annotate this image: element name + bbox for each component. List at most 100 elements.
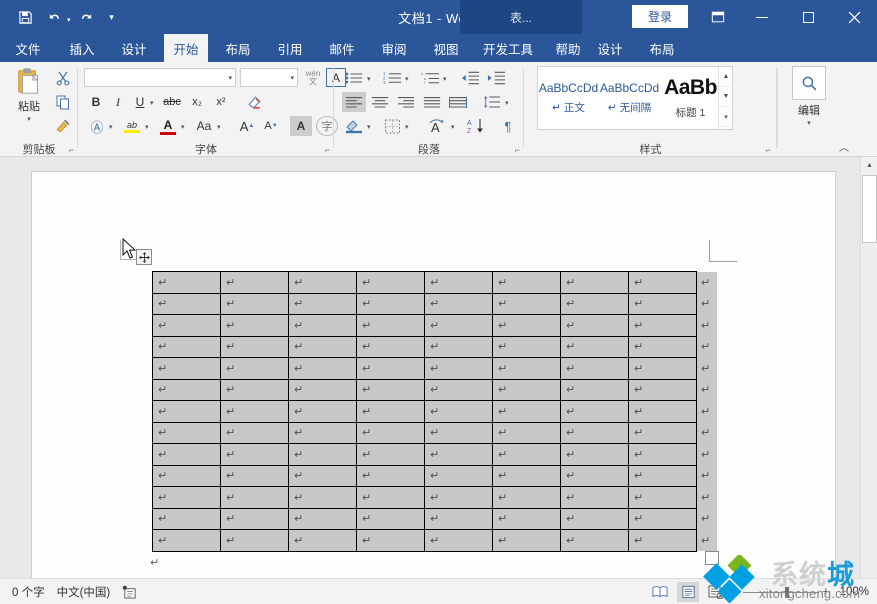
table-cell[interactable]: ↵: [628, 486, 697, 509]
table-row[interactable]: ↵ ↵ ↵ ↵ ↵ ↵ ↵ ↵ ↵: [152, 529, 717, 552]
table-row[interactable]: ↵ ↵ ↵ ↵ ↵ ↵ ↵ ↵ ↵: [152, 400, 717, 423]
paste-button[interactable]: 粘贴 ▾: [8, 66, 50, 136]
table-cell[interactable]: ↵: [628, 335, 697, 358]
customize-qat-icon[interactable]: ▾: [103, 4, 121, 30]
table-cell[interactable]: ↵: [356, 292, 425, 315]
table-cell[interactable]: ↵: [560, 292, 629, 315]
align-center-button[interactable]: [368, 92, 392, 112]
zoom-level[interactable]: 100%: [835, 586, 869, 598]
table-cell[interactable]: ↵: [492, 378, 561, 401]
decrease-indent-button[interactable]: [458, 68, 482, 88]
subscript-button[interactable]: x₂: [186, 92, 208, 112]
table-cell[interactable]: ↵: [628, 507, 697, 530]
table-cell[interactable]: ↵: [152, 292, 221, 315]
table-cell[interactable]: ↵: [560, 421, 629, 444]
character-shading-button[interactable]: A: [290, 116, 312, 136]
zoom-track[interactable]: [743, 591, 819, 593]
table-cell[interactable]: ↵: [492, 507, 561, 530]
table-cell[interactable]: ↵: [424, 378, 493, 401]
table-row[interactable]: ↵ ↵ ↵ ↵ ↵ ↵ ↵ ↵ ↵: [152, 464, 717, 487]
asian-layout-button[interactable]: A: [424, 116, 450, 136]
tab-file[interactable]: 文件: [8, 34, 48, 62]
table-cell[interactable]: ↵: [492, 314, 561, 337]
tab-table-design[interactable]: 设计: [588, 34, 632, 62]
table-row[interactable]: ↵ ↵ ↵ ↵ ↵ ↵ ↵ ↵ ↵: [152, 271, 717, 294]
scrollbar-thumb[interactable]: [862, 175, 877, 243]
align-right-button[interactable]: [394, 92, 418, 112]
table-cell[interactable]: ↵: [288, 529, 357, 552]
change-case-button[interactable]: Aa: [192, 116, 216, 136]
table-cell[interactable]: ↵: [152, 529, 221, 552]
paragraph-dialog-launcher[interactable]: ⌐: [515, 145, 520, 155]
table-cell[interactable]: ↵: [492, 486, 561, 509]
cut-button[interactable]: [52, 68, 74, 88]
table-cell[interactable]: ↵: [220, 464, 289, 487]
table-cell[interactable]: ↵: [424, 443, 493, 466]
table-cell[interactable]: ↵: [288, 357, 357, 380]
text-effects-dropdown-icon[interactable]: ▾: [109, 123, 113, 131]
table-cell[interactable]: ↵: [356, 421, 425, 444]
table-cell[interactable]: ↵: [560, 335, 629, 358]
table-cell[interactable]: ↵: [424, 507, 493, 530]
multilevel-list-button[interactable]: 1ai: [418, 68, 442, 88]
table-cell[interactable]: ↵: [356, 529, 425, 552]
table-cell[interactable]: ↵: [152, 357, 221, 380]
minimize-button[interactable]: [739, 0, 785, 34]
table-cell[interactable]: ↵: [152, 443, 221, 466]
editing-dropdown-icon[interactable]: ▾: [807, 119, 811, 127]
signin-button[interactable]: 登录: [632, 5, 688, 28]
font-dialog-launcher[interactable]: ⌐: [325, 145, 330, 155]
grow-font-button[interactable]: A ▲: [236, 116, 258, 136]
table-row[interactable]: ↵ ↵ ↵ ↵ ↵ ↵ ↵ ↵ ↵: [152, 292, 717, 315]
table-cell[interactable]: ↵: [356, 443, 425, 466]
table-cell[interactable]: ↵: [628, 464, 697, 487]
tab-view[interactable]: 视图: [424, 34, 468, 62]
font-color-button[interactable]: A: [156, 116, 180, 136]
table-row[interactable]: ↵ ↵ ↵ ↵ ↵ ↵ ↵ ↵ ↵: [152, 314, 717, 337]
table-cell[interactable]: ↵: [492, 292, 561, 315]
table-cell[interactable]: ↵: [424, 464, 493, 487]
table-cell[interactable]: ↵: [492, 271, 561, 294]
bullets-dropdown-icon[interactable]: ▾: [367, 75, 371, 83]
table-cell[interactable]: ↵: [492, 335, 561, 358]
table-cell[interactable]: ↵: [220, 443, 289, 466]
zoom-out-button[interactable]: −: [733, 586, 739, 598]
table-cell[interactable]: ↵: [628, 421, 697, 444]
tab-mailings[interactable]: 邮件: [320, 34, 364, 62]
zoom-in-button[interactable]: +: [823, 586, 829, 598]
table-move-handle[interactable]: [136, 249, 152, 265]
table-cell[interactable]: ↵: [492, 529, 561, 552]
table-cell[interactable]: ↵: [220, 292, 289, 315]
table-cell[interactable]: ↵: [560, 357, 629, 380]
table-cell[interactable]: ↵: [560, 464, 629, 487]
font-size-dropdown-icon[interactable]: ▾: [290, 74, 294, 82]
sort-button[interactable]: AZ: [464, 116, 490, 136]
table-cell[interactable]: ↵: [628, 292, 697, 315]
clipboard-dialog-launcher[interactable]: ⌐: [69, 145, 74, 155]
underline-dropdown-icon[interactable]: ▾: [150, 99, 154, 107]
format-painter-button[interactable]: [52, 115, 74, 135]
style-item-no-spacing[interactable]: AaBbCcDd ↵ 无间隔: [599, 67, 660, 129]
table-cell[interactable]: ↵: [492, 357, 561, 380]
borders-button[interactable]: [380, 116, 404, 136]
table-cell[interactable]: ↵: [220, 378, 289, 401]
table-cell[interactable]: ↵: [492, 464, 561, 487]
table-cell[interactable]: ↵: [288, 271, 357, 294]
table-cell[interactable]: ↵: [220, 357, 289, 380]
table-cell[interactable]: ↵: [356, 357, 425, 380]
table-cell[interactable]: ↵: [424, 357, 493, 380]
table-cell[interactable]: ↵: [288, 335, 357, 358]
tab-developer[interactable]: 开发工具: [476, 34, 540, 62]
collapse-ribbon-icon[interactable]: ︿: [839, 139, 849, 154]
phonetic-guide-button[interactable]: wén 文: [302, 68, 324, 87]
change-case-dropdown-icon[interactable]: ▾: [217, 123, 221, 131]
table-cell[interactable]: ↵: [152, 486, 221, 509]
tab-layout[interactable]: 布局: [216, 34, 260, 62]
save-icon[interactable]: [12, 4, 38, 30]
tab-home[interactable]: 开始: [164, 34, 208, 62]
clear-formatting-button[interactable]: [242, 92, 266, 112]
table-cell[interactable]: ↵: [152, 314, 221, 337]
align-left-button[interactable]: [342, 92, 366, 112]
table-cell[interactable]: ↵: [288, 292, 357, 315]
table-cell[interactable]: ↵: [560, 529, 629, 552]
